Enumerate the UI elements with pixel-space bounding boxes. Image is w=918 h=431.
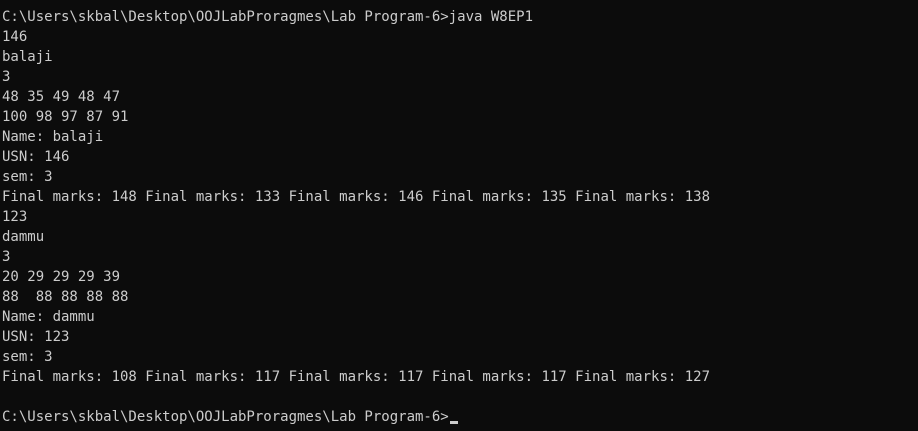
- terminal-console[interactable]: C:\Users\skbal\Desktop\OOJLabProragmes\L…: [0, 0, 918, 431]
- output-line: Final marks: 108 Final marks: 117 Final …: [2, 369, 711, 385]
- output-line: 88 88 88 88 88: [2, 289, 129, 305]
- command-line: C:\Users\skbal\Desktop\OOJLabProragmes\L…: [2, 9, 534, 25]
- output-line: sem: 3: [2, 349, 53, 365]
- output-line: 48 35 49 48 47: [2, 89, 121, 105]
- output-line: 3: [2, 69, 11, 85]
- output-line: Name: balaji: [2, 129, 104, 145]
- output-line: Final marks: 148 Final marks: 133 Final …: [2, 189, 711, 205]
- output-line: Name: dammu: [2, 309, 95, 325]
- output-line: sem: 3: [2, 169, 53, 185]
- output-line: 3: [2, 249, 11, 265]
- text-cursor: [449, 421, 458, 424]
- prompt-line[interactable]: C:\Users\skbal\Desktop\OOJLabProragmes\L…: [2, 407, 918, 427]
- output-line: USN: 123: [2, 329, 70, 345]
- output-line: dammu: [2, 229, 45, 245]
- output-line: 100 98 97 87 91: [2, 109, 129, 125]
- output-line: balaji: [2, 49, 53, 65]
- output-line: 20 29 29 29 39: [2, 269, 121, 285]
- prompt-text: C:\Users\skbal\Desktop\OOJLabProragmes\L…: [2, 409, 449, 425]
- output-line: USN: 146: [2, 149, 70, 165]
- output-line: 146: [2, 29, 28, 45]
- output-line: 123: [2, 209, 28, 225]
